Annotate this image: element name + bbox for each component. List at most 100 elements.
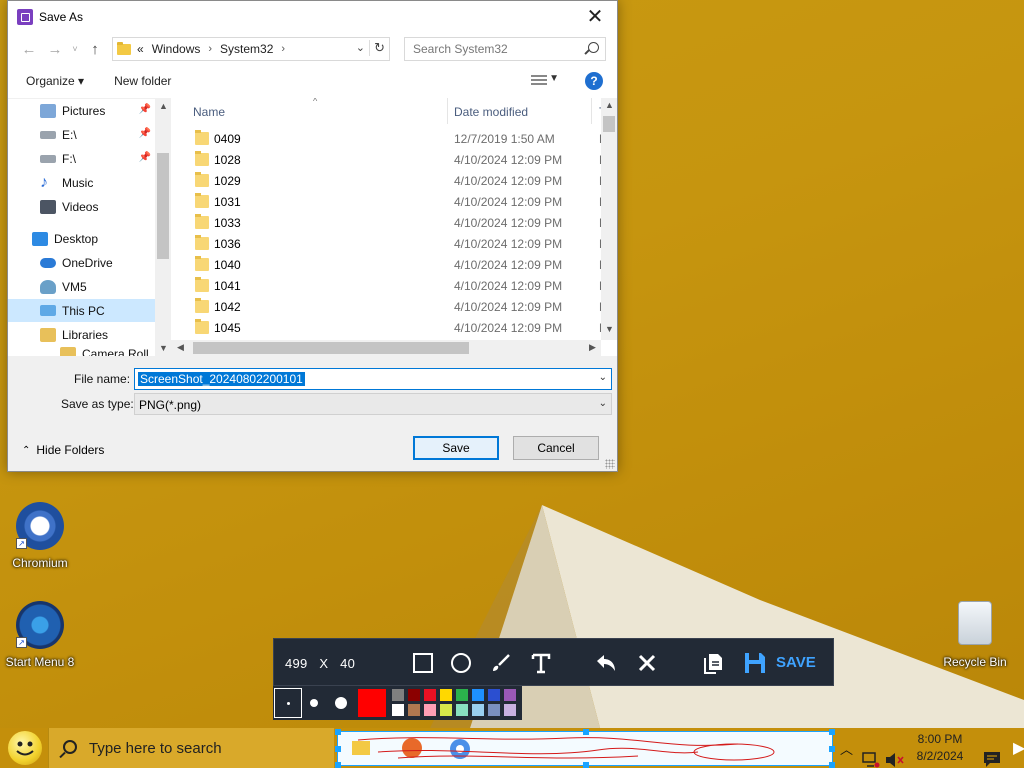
pen-size-small[interactable] bbox=[274, 688, 302, 718]
text-tool-icon[interactable] bbox=[529, 651, 553, 675]
pin-icon[interactable]: 📌 bbox=[139, 128, 151, 139]
copy-icon[interactable] bbox=[701, 651, 725, 675]
color-swatch[interactable] bbox=[440, 689, 452, 701]
rectangle-tool-icon[interactable] bbox=[411, 651, 435, 675]
color-swatch[interactable] bbox=[456, 704, 468, 716]
table-row[interactable]: 10364/10/2024 12:09 PMFi bbox=[171, 233, 609, 254]
desktop-icon-chromium[interactable]: ↗ Chromium bbox=[0, 502, 80, 570]
network-icon[interactable] bbox=[862, 740, 880, 768]
pin-icon[interactable]: 📌 bbox=[139, 104, 151, 115]
chevron-right-icon[interactable]: › bbox=[281, 43, 285, 55]
table-row[interactable]: 10314/10/2024 12:09 PMFi bbox=[171, 191, 609, 212]
taskbar-search[interactable]: Type here to search bbox=[48, 728, 334, 768]
save-button[interactable]: Save bbox=[413, 436, 499, 460]
notifications-icon[interactable] bbox=[982, 739, 1002, 768]
color-swatch[interactable] bbox=[392, 689, 404, 701]
color-swatch[interactable] bbox=[408, 704, 420, 716]
chevron-down-icon[interactable]: ▼ bbox=[159, 343, 168, 353]
table-row[interactable]: 10454/10/2024 12:09 PMFi bbox=[171, 317, 609, 338]
pen-size-medium[interactable] bbox=[310, 699, 318, 707]
nav-item-onedrive[interactable]: OneDrive bbox=[8, 251, 155, 274]
nav-scrollbar[interactable]: ▲ ▼ bbox=[155, 99, 171, 357]
chevron-up-icon[interactable]: ︿ bbox=[840, 739, 853, 768]
nav-item-videos[interactable]: Videos bbox=[8, 195, 155, 218]
up-arrow-icon[interactable]: ↑ bbox=[82, 41, 108, 58]
breadcrumb-system32[interactable]: System32 bbox=[220, 42, 273, 56]
file-hscroll-thumb[interactable] bbox=[193, 342, 469, 354]
table-row[interactable]: 10294/10/2024 12:09 PMFi bbox=[171, 170, 609, 191]
forward-arrow-icon[interactable]: → bbox=[42, 41, 68, 58]
nav-item-vm5[interactable]: VM5 bbox=[8, 275, 155, 298]
color-swatch[interactable] bbox=[408, 689, 420, 701]
volume-muted-icon[interactable] bbox=[884, 740, 904, 768]
breadcrumb-overflow[interactable]: « bbox=[137, 42, 144, 56]
chevron-down-icon[interactable]: ▼ bbox=[605, 324, 614, 334]
undo-icon[interactable] bbox=[594, 651, 618, 675]
chevron-right-icon[interactable]: › bbox=[208, 43, 212, 55]
table-row[interactable]: 10424/10/2024 12:09 PMFi bbox=[171, 296, 609, 317]
clock[interactable]: 8:00 PM 8/2/2024 bbox=[905, 731, 975, 765]
chevron-down-icon[interactable]: ⌄ bbox=[356, 41, 365, 54]
nav-item-desktop[interactable]: Desktop bbox=[8, 227, 155, 250]
organize-button[interactable]: Organize ▾ bbox=[26, 74, 84, 88]
chevron-down-icon[interactable]: ⌄ bbox=[599, 398, 607, 409]
file-vertical-scrollbar[interactable]: ▲ ▼ bbox=[601, 98, 617, 340]
chevron-down-icon[interactable]: ▼ bbox=[549, 73, 559, 84]
color-swatch[interactable] bbox=[392, 704, 404, 716]
desktop-icon-start-menu[interactable]: ↗ Start Menu 8 bbox=[0, 601, 80, 669]
column-divider[interactable] bbox=[447, 98, 448, 124]
help-icon[interactable]: ? bbox=[585, 72, 603, 90]
save-type-select[interactable]: PNG(*.png) ⌄ bbox=[134, 393, 612, 415]
column-name[interactable]: Name bbox=[193, 105, 225, 119]
chevron-up-icon[interactable]: ▲ bbox=[605, 100, 614, 110]
refresh-icon[interactable]: ↻ bbox=[369, 40, 385, 56]
nav-item-music[interactable]: ♪ Music bbox=[8, 171, 155, 194]
dialog-titlebar[interactable]: Save As ✕ bbox=[8, 1, 617, 32]
color-swatch[interactable] bbox=[424, 689, 436, 701]
view-options-icon[interactable] bbox=[531, 75, 547, 87]
chevron-down-icon[interactable]: ⌄ bbox=[599, 372, 607, 383]
ellipse-tool-icon[interactable] bbox=[449, 651, 473, 675]
new-folder-button[interactable]: New folder bbox=[114, 74, 171, 88]
close-icon[interactable]: ✕ bbox=[573, 1, 617, 31]
nav-item-f-drive[interactable]: F:\ 📌 bbox=[8, 147, 155, 170]
nav-item-libraries[interactable]: Libraries bbox=[8, 323, 155, 346]
color-swatch[interactable] bbox=[488, 704, 500, 716]
color-swatch[interactable] bbox=[488, 689, 500, 701]
nav-item-e-drive[interactable]: E:\ 📌 bbox=[8, 123, 155, 146]
chevron-right-icon[interactable]: ▶ bbox=[589, 342, 596, 353]
current-color-swatch[interactable] bbox=[358, 689, 386, 717]
color-swatch[interactable] bbox=[504, 704, 516, 716]
table-row[interactable]: 10334/10/2024 12:09 PMFi bbox=[171, 212, 609, 233]
table-row[interactable]: 10404/10/2024 12:09 PMFi bbox=[171, 254, 609, 275]
brush-tool-icon[interactable] bbox=[489, 651, 513, 675]
table-row[interactable]: 040912/7/2019 1:50 AMFi bbox=[171, 128, 609, 149]
color-swatch[interactable] bbox=[456, 689, 468, 701]
pen-size-large[interactable] bbox=[335, 697, 347, 709]
cancel-x-icon[interactable] bbox=[635, 651, 659, 675]
column-divider[interactable] bbox=[591, 98, 592, 124]
pin-icon[interactable]: 📌 bbox=[139, 152, 151, 163]
address-bar[interactable]: « Windows › System32 › ⌄ ↻ bbox=[112, 37, 390, 61]
color-swatch[interactable] bbox=[440, 704, 452, 716]
nav-item-this-pc[interactable]: This PC bbox=[8, 299, 155, 322]
file-scroll-thumb[interactable] bbox=[603, 116, 615, 132]
capture-selection[interactable] bbox=[335, 729, 835, 768]
file-horizontal-scrollbar[interactable]: ◀ ▶ bbox=[171, 340, 601, 356]
color-swatch[interactable] bbox=[504, 689, 516, 701]
color-swatch[interactable] bbox=[424, 704, 436, 716]
back-arrow-icon[interactable]: ← bbox=[16, 41, 42, 58]
start-button[interactable] bbox=[8, 731, 42, 765]
recent-dropdown-icon[interactable]: ˅ bbox=[68, 44, 82, 54]
table-row[interactable]: 10284/10/2024 12:09 PMFi bbox=[171, 149, 609, 170]
breadcrumb-windows[interactable]: Windows bbox=[152, 42, 201, 56]
file-name-input[interactable]: ScreenShot_20240802200101 ⌄ bbox=[134, 368, 612, 390]
desktop-icon-recycle-bin[interactable]: Recycle Bin bbox=[935, 601, 1015, 669]
nav-scroll-thumb[interactable] bbox=[157, 153, 169, 259]
save-label-button[interactable]: SAVE bbox=[776, 654, 816, 671]
color-swatch[interactable] bbox=[472, 689, 484, 701]
table-row[interactable]: 10414/10/2024 12:09 PMFi bbox=[171, 275, 609, 296]
column-date-modified[interactable]: Date modified bbox=[454, 105, 528, 119]
chevron-left-icon[interactable]: ◀ bbox=[177, 342, 184, 353]
nav-item-pictures[interactable]: Pictures 📌 bbox=[8, 99, 155, 122]
